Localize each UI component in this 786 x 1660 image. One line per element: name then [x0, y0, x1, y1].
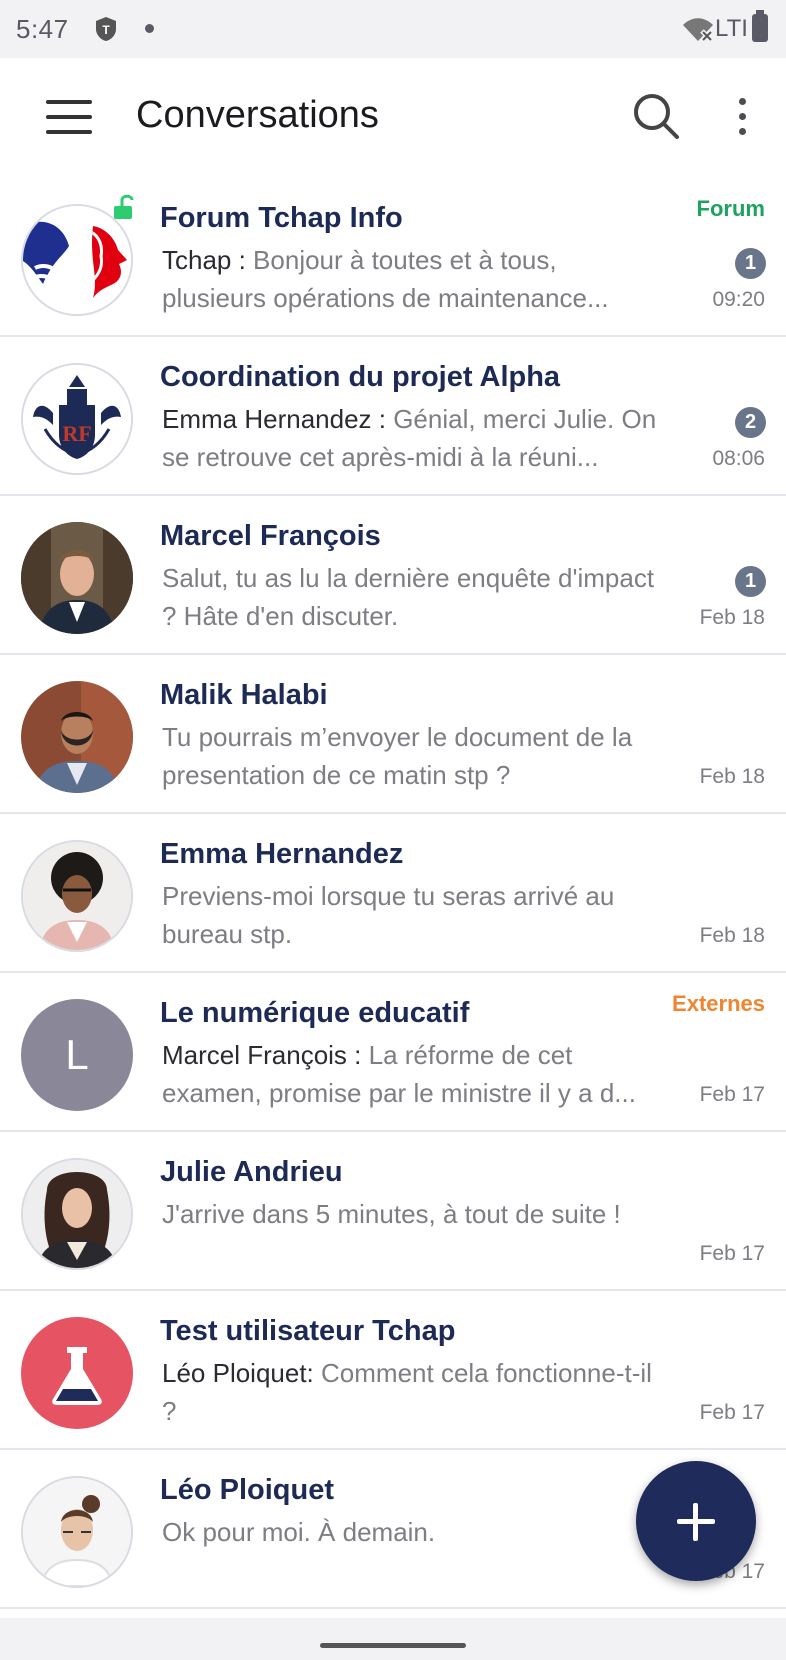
- tchap-shield-icon: T: [96, 17, 116, 41]
- room-time: 09:20: [712, 288, 765, 311]
- preview-message: Tu pourrais m’envoyer le document de la …: [162, 722, 633, 790]
- room-time: Feb 17: [699, 1083, 765, 1106]
- room-time: Feb 17: [699, 1242, 765, 1265]
- preview-message: J'arrive dans 5 minutes, à tout de suite…: [162, 1199, 621, 1229]
- unread-badge: 1: [735, 566, 766, 597]
- room-initial-avatar: L: [21, 999, 133, 1111]
- room-name: Malik Halabi: [160, 679, 328, 711]
- app-bar: Conversations: [0, 58, 786, 178]
- avatar-initial: L: [65, 1031, 89, 1078]
- unread-badge: 1: [735, 248, 766, 279]
- new-conversation-button[interactable]: [636, 1461, 756, 1581]
- page-title: Conversations: [136, 94, 379, 136]
- room-preview: Emma Hernandez : Génial, merci Julie. On…: [162, 400, 662, 476]
- preview-message: Ok pour moi. À demain.: [162, 1517, 436, 1547]
- room-row[interactable]: Malik Halabi Tu pourrais m’envoyer le do…: [0, 655, 786, 814]
- user-avatar: [21, 1476, 133, 1588]
- preview-sender: Marcel François :: [162, 1040, 362, 1070]
- room-time: Feb 18: [699, 606, 765, 629]
- room-time: Feb 18: [699, 924, 765, 947]
- room-preview: Tu pourrais m’envoyer le document de la …: [162, 718, 662, 794]
- user-avatar: [21, 840, 133, 952]
- room-time: Feb 18: [699, 765, 765, 788]
- search-icon[interactable]: [632, 92, 680, 140]
- room-row[interactable]: Emma Hernandez Previens-moi lorsque tu s…: [0, 814, 786, 973]
- room-preview: Ok pour moi. À demain.: [162, 1513, 662, 1551]
- room-name: Julie Andrieu: [160, 1156, 343, 1188]
- room-name: Coordination du projet Alpha: [160, 361, 561, 393]
- room-name: Emma Hernandez: [160, 838, 404, 870]
- room-icon-avatar: [21, 1317, 133, 1429]
- gesture-handle[interactable]: [320, 1643, 466, 1648]
- room-tag-externes: Externes: [672, 991, 765, 1016]
- preview-sender: Tchap :: [162, 245, 246, 275]
- preview-sender: Léo Ploiquet:: [162, 1358, 314, 1388]
- room-time: Feb 17: [699, 1401, 765, 1424]
- room-name: Forum Tchap Info: [160, 202, 403, 234]
- notification-dot: [145, 24, 154, 33]
- room-row[interactable]: Julie Andrieu J'arrive dans 5 minutes, à…: [0, 1132, 786, 1291]
- status-bar: 5:47 T LTI: [0, 0, 786, 58]
- room-name: Le numérique educatif: [160, 997, 470, 1029]
- room-name: Test utilisateur Tchap: [160, 1315, 456, 1347]
- room-tag-forum: Forum: [696, 196, 765, 221]
- user-avatar: [21, 681, 133, 793]
- user-avatar: [21, 522, 133, 634]
- svg-text:RF: RF: [62, 421, 91, 446]
- room-row[interactable]: L Le numérique educatif Marcel François …: [0, 973, 786, 1132]
- unread-badge: 2: [735, 407, 766, 438]
- user-avatar: [21, 1158, 133, 1270]
- room-preview: Tchap : Bonjour à toutes et à tous, plus…: [162, 241, 662, 317]
- wifi-off-icon: [683, 18, 714, 43]
- room-preview: Marcel François : La réforme de cet exam…: [162, 1036, 662, 1112]
- preview-message: Previens-moi lorsque tu seras arrivé au …: [162, 881, 615, 949]
- more-vertical-icon[interactable]: [736, 98, 748, 138]
- room-preview: Léo Ploiquet: Comment cela fonctionne-t-…: [162, 1354, 662, 1430]
- system-nav-bar: [0, 1618, 786, 1660]
- lock-open-icon: [114, 194, 134, 219]
- hamburger-menu-icon[interactable]: [46, 100, 92, 134]
- room-preview: Previens-moi lorsque tu seras arrivé au …: [162, 877, 662, 953]
- room-time: 08:06: [712, 447, 765, 470]
- room-row[interactable]: Test utilisateur Tchap Léo Ploiquet: Com…: [0, 1291, 786, 1450]
- rf-emblem-avatar: RF: [21, 363, 133, 475]
- room-list: Forum Tchap Info Tchap : Bonjour à toute…: [0, 178, 786, 1618]
- preview-message: Salut, tu as lu la dernière enquête d'im…: [162, 563, 655, 631]
- svg-text:T: T: [102, 23, 110, 37]
- room-name: Marcel François: [160, 520, 381, 552]
- preview-sender: Emma Hernandez :: [162, 404, 386, 434]
- room-name: Léo Ploiquet: [160, 1474, 334, 1506]
- room-row[interactable]: RF Coordination du projet Alpha Emma Her…: [0, 337, 786, 496]
- room-row[interactable]: Forum Tchap Info Tchap : Bonjour à toute…: [0, 178, 786, 337]
- flask-icon: [52, 1347, 102, 1405]
- room-preview: J'arrive dans 5 minutes, à tout de suite…: [162, 1195, 662, 1233]
- room-preview: Salut, tu as lu la dernière enquête d'im…: [162, 559, 662, 635]
- status-time: 5:47: [16, 14, 69, 44]
- network-label: LTI: [715, 15, 748, 42]
- battery-icon: [752, 10, 768, 42]
- room-row[interactable]: Marcel François Salut, tu as lu la derni…: [0, 496, 786, 655]
